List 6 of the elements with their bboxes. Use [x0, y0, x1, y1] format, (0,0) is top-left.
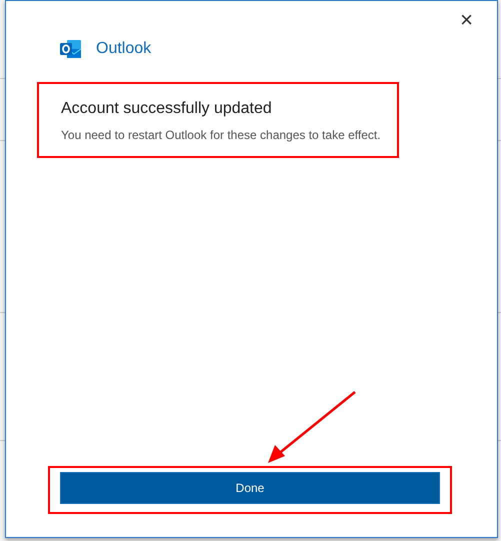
message-title: Account successfully updated — [61, 99, 273, 119]
app-logo-icon — [60, 39, 82, 59]
app-name: Outlook — [96, 39, 152, 59]
message-text: You need to restart Outlook for these changes to take effect. — [61, 127, 382, 144]
done-button[interactable]: Done — [60, 472, 440, 504]
close-button[interactable]: × — [456, 7, 477, 33]
